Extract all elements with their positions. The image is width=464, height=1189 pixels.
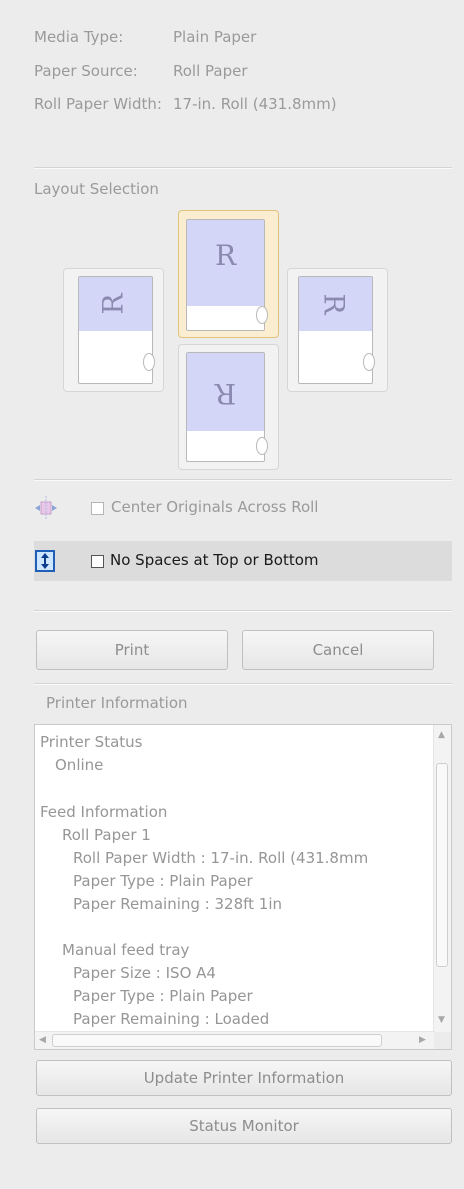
manual-paper-size-line: Paper Size : ISO A4 bbox=[73, 964, 216, 982]
scroll-right-icon[interactable]: ▶ bbox=[419, 1036, 426, 1045]
media-type-label: Media Type: bbox=[34, 28, 124, 46]
horizontal-scroll-thumb[interactable] bbox=[52, 1034, 382, 1047]
center-originals-icon bbox=[34, 496, 58, 520]
scroll-corner bbox=[434, 1032, 451, 1049]
no-spaces-icon bbox=[34, 549, 56, 573]
page-preview: R bbox=[186, 352, 268, 462]
update-printer-information-button[interactable]: Update Printer Information bbox=[36, 1060, 452, 1096]
feed-information-heading: Feed Information bbox=[40, 803, 168, 821]
paper-source-value: Roll Paper bbox=[173, 62, 248, 80]
layout-tile-rotate-180[interactable]: R bbox=[178, 344, 279, 470]
roll-paper-width-line: Roll Paper Width : 17-in. Roll (431.8mm bbox=[73, 849, 369, 867]
media-type-value: Plain Paper bbox=[173, 28, 257, 46]
cancel-button[interactable]: Cancel bbox=[242, 630, 434, 670]
no-spaces-checkbox[interactable] bbox=[91, 555, 104, 568]
roll-width-value: 17-in. Roll (431.8mm) bbox=[173, 95, 337, 113]
vertical-scrollbar[interactable]: ▲ ▼ bbox=[433, 725, 451, 1033]
layout-tile-rotate-right[interactable]: R bbox=[287, 268, 388, 392]
separator bbox=[34, 479, 452, 481]
separator bbox=[34, 683, 452, 685]
manual-paper-type-line: Paper Type : Plain Paper bbox=[73, 987, 253, 1005]
roll-paper-heading: Roll Paper 1 bbox=[62, 826, 151, 844]
no-spaces-label: No Spaces at Top or Bottom bbox=[110, 551, 319, 569]
printer-information-heading: Printer Information bbox=[46, 694, 188, 712]
layout-tile-portrait[interactable]: R bbox=[178, 210, 279, 338]
roll-paper-type-line: Paper Type : Plain Paper bbox=[73, 872, 253, 890]
scroll-left-icon[interactable]: ◀ bbox=[39, 1036, 46, 1045]
page-letter: R bbox=[215, 239, 237, 272]
separator bbox=[34, 610, 452, 612]
page-preview: R bbox=[298, 276, 375, 384]
roll-paper-remaining-line: Paper Remaining : 328ft 1in bbox=[73, 895, 283, 913]
printer-status-value: Online bbox=[55, 756, 104, 774]
manual-feed-heading: Manual feed tray bbox=[62, 941, 190, 959]
roll-width-label: Roll Paper Width: bbox=[34, 95, 162, 113]
page-letter: R bbox=[96, 293, 130, 315]
manual-paper-remaining-line: Paper Remaining : Loaded bbox=[73, 1010, 270, 1028]
page-preview: R bbox=[78, 276, 155, 384]
horizontal-scrollbar[interactable]: ◀ ▶ bbox=[35, 1031, 435, 1049]
layout-tile-rotate-left[interactable]: R bbox=[63, 268, 164, 392]
no-spaces-option: No Spaces at Top or Bottom bbox=[34, 541, 452, 581]
printer-status-heading: Printer Status bbox=[40, 733, 143, 751]
vertical-scroll-thumb[interactable] bbox=[436, 763, 448, 967]
page-preview: R bbox=[186, 219, 268, 331]
paper-source-label: Paper Source: bbox=[34, 62, 138, 80]
scroll-down-icon[interactable]: ▼ bbox=[438, 1016, 445, 1025]
center-originals-label: Center Originals Across Roll bbox=[111, 498, 319, 516]
print-button[interactable]: Print bbox=[36, 630, 228, 670]
status-monitor-button[interactable]: Status Monitor bbox=[36, 1108, 452, 1144]
page-letter: R bbox=[215, 377, 237, 410]
page-letter: R bbox=[317, 293, 351, 315]
printer-information-box[interactable]: Printer Status Online Feed Information R… bbox=[34, 724, 452, 1050]
center-originals-checkbox[interactable] bbox=[91, 502, 104, 515]
separator bbox=[34, 167, 452, 169]
layout-selection-heading: Layout Selection bbox=[34, 180, 159, 198]
scroll-up-icon[interactable]: ▲ bbox=[438, 731, 445, 740]
